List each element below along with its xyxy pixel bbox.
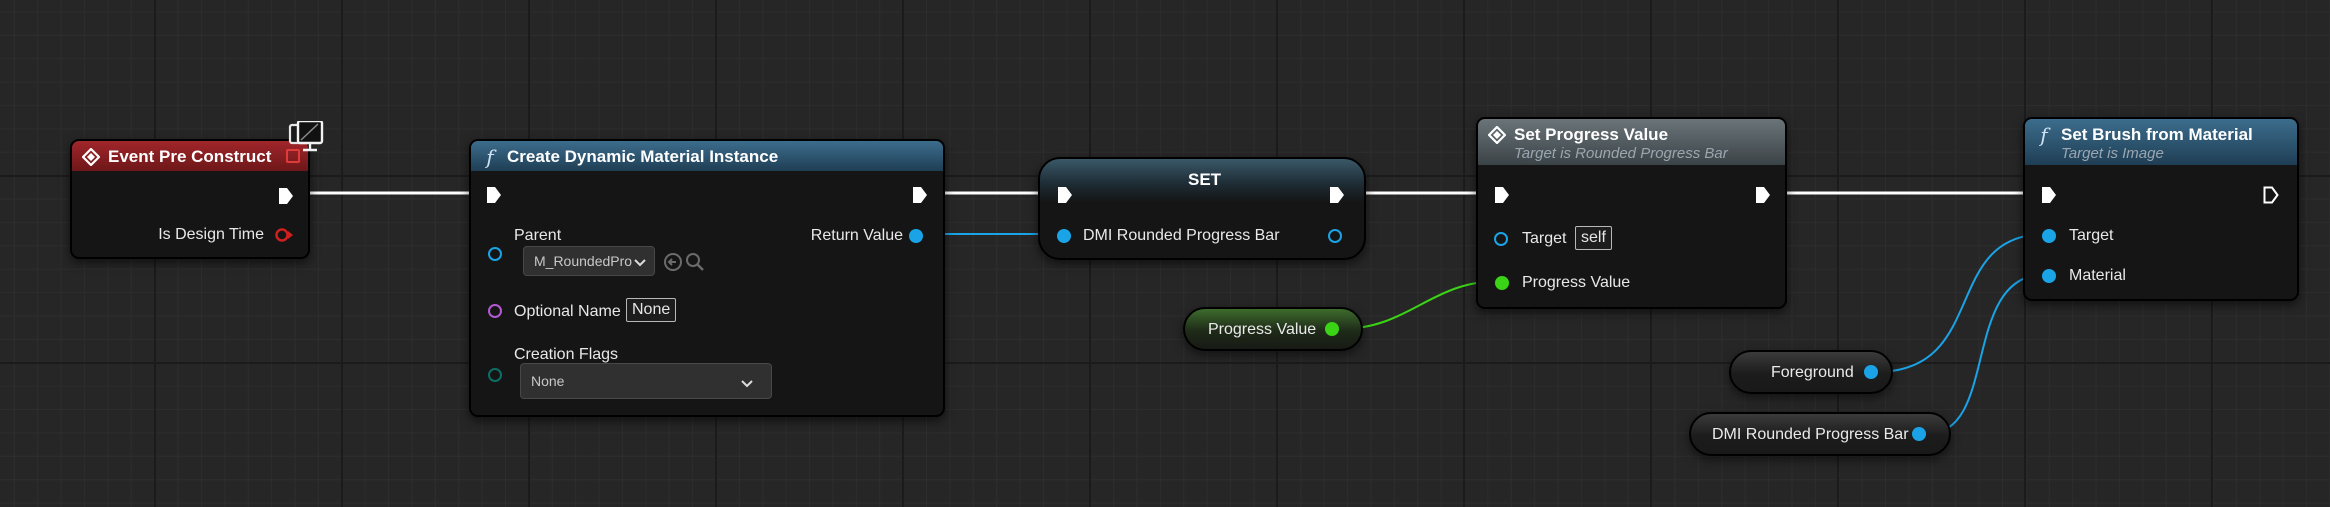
is-design-time-label: Is Design Time <box>158 226 264 243</box>
foreground-getter[interactable]: Foreground <box>1729 350 1893 394</box>
function-icon: f <box>486 145 494 169</box>
set-variable-node[interactable]: SET DMI Rounded Progress Bar <box>1038 157 1366 260</box>
target-label: Target <box>1522 230 1567 247</box>
parent-asset-dropdown[interactable]: M_RoundedProg <box>523 246 655 276</box>
getter-label: Foreground <box>1771 364 1854 381</box>
progress-value-output-pin[interactable] <box>1325 322 1339 336</box>
optional-name-label: Optional Name <box>514 303 621 320</box>
getter-label: DMI Rounded Progress Bar <box>1712 426 1909 443</box>
exec-out-pin[interactable] <box>278 187 294 205</box>
use-selected-asset-icon[interactable] <box>663 252 683 277</box>
node-header: Set Progress Value Target is Rounded Pro… <box>1478 119 1785 165</box>
chevron-down-icon <box>741 376 753 392</box>
function-diamond-icon <box>1488 126 1506 144</box>
monitor-icon <box>288 119 326 162</box>
event-diamond-icon <box>82 148 100 166</box>
optional-name-pin[interactable] <box>488 304 502 318</box>
parent-asset-value: M_RoundedProg <box>534 253 632 269</box>
parent-pin[interactable] <box>488 247 502 261</box>
chevron-down-icon <box>634 255 646 271</box>
progress-value-label: Progress Value <box>1522 274 1631 291</box>
return-value-pin[interactable] <box>909 229 923 243</box>
object-wire-foreground-to-target[interactable] <box>1875 233 2047 373</box>
foreground-output-pin[interactable] <box>1864 365 1878 379</box>
node-header: f Set Brush from Material Target is Imag… <box>2025 119 2297 165</box>
dmi-output-pin[interactable] <box>1328 229 1342 243</box>
search-icon[interactable] <box>685 252 705 277</box>
set-brush-from-material-node[interactable]: f Set Brush from Material Target is Imag… <box>2023 117 2299 301</box>
function-icon: f <box>2040 123 2048 147</box>
getter-label: Progress Value <box>1208 321 1317 338</box>
creation-flags-dropdown[interactable]: None <box>520 363 772 399</box>
progress-value-pin[interactable] <box>1495 276 1509 290</box>
node-header: Event Pre Construct <box>72 141 308 171</box>
target-pin[interactable] <box>1494 232 1508 246</box>
node-title: SET <box>1188 170 1222 189</box>
exec-in-pin[interactable] <box>1057 186 1073 204</box>
target-label: Target <box>2069 227 2114 244</box>
dmi-rounded-progress-bar-getter[interactable]: DMI Rounded Progress Bar <box>1689 412 1951 456</box>
node-title: Set Progress Value <box>1514 125 1669 144</box>
progress-value-getter[interactable]: Progress Value <box>1183 307 1363 351</box>
exec-out-pin[interactable] <box>1329 186 1345 204</box>
is-design-time-pin[interactable] <box>274 226 294 249</box>
exec-in-pin[interactable] <box>1494 186 1510 204</box>
set-progress-value-node[interactable]: Set Progress Value Target is Rounded Pro… <box>1476 117 1787 309</box>
target-self-value[interactable]: self <box>1575 226 1612 250</box>
exec-in-pin[interactable] <box>486 186 502 204</box>
event-pre-construct-node[interactable]: Event Pre Construct Is Design Time <box>70 139 310 259</box>
dmi-input-pin[interactable] <box>1057 229 1071 243</box>
exec-out-pin[interactable] <box>912 186 928 204</box>
dmi-output-pin[interactable] <box>1912 427 1926 441</box>
exec-out-pin[interactable] <box>2263 186 2279 204</box>
node-header: f Create Dynamic Material Instance <box>471 141 943 171</box>
return-value-label: Return Value <box>810 227 903 244</box>
dmi-input-label: DMI Rounded Progress Bar <box>1083 227 1280 244</box>
node-subtitle: Target is Image <box>2061 145 2164 162</box>
exec-in-pin[interactable] <box>2041 186 2057 204</box>
creation-flags-value: None <box>531 373 565 389</box>
exec-out-pin[interactable] <box>1755 186 1771 204</box>
creation-flags-label: Creation Flags <box>514 346 619 363</box>
node-title: Set Brush from Material <box>2061 125 2253 144</box>
optional-name-input[interactable]: None <box>626 298 677 322</box>
material-label: Material <box>2069 267 2126 284</box>
material-pin[interactable] <box>2042 269 2056 283</box>
node-subtitle: Target is Rounded Progress Bar <box>1514 145 1728 162</box>
target-pin[interactable] <box>2042 229 2056 243</box>
node-title: Event Pre Construct <box>108 147 272 166</box>
create-dynamic-material-instance-node[interactable]: f Create Dynamic Material Instance Paren… <box>469 139 945 417</box>
node-title: Create Dynamic Material Instance <box>507 147 779 166</box>
creation-flags-pin[interactable] <box>488 368 502 382</box>
parent-label: Parent <box>514 227 562 244</box>
